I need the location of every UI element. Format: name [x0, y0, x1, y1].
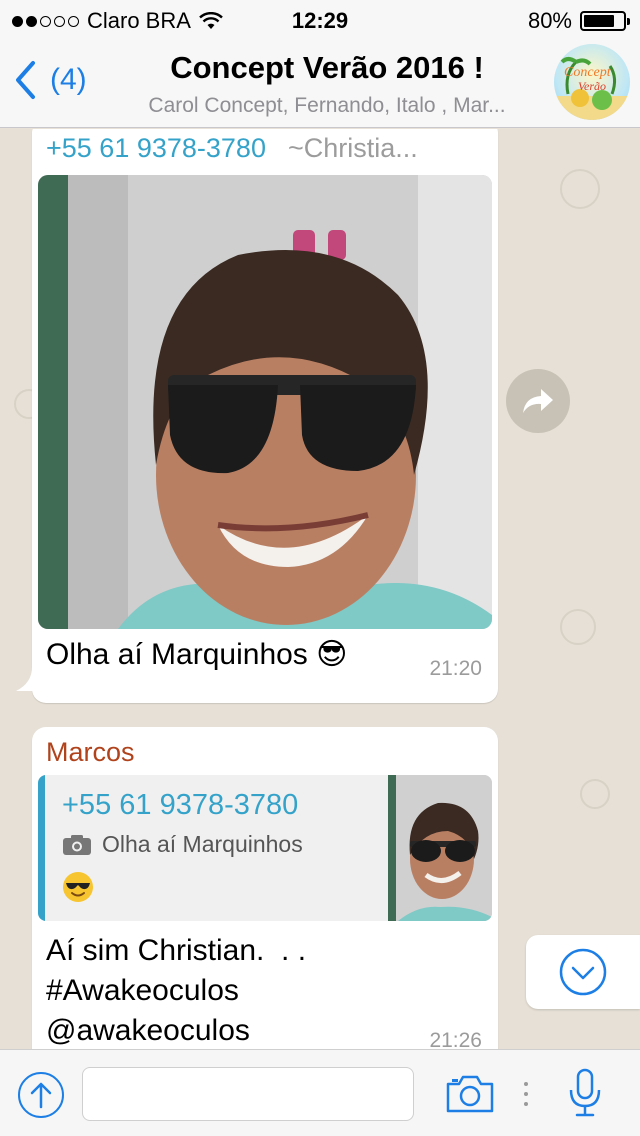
battery-percent: 80%	[527, 8, 572, 33]
unread-count: (4)	[50, 63, 87, 96]
wallpaper-doodle	[560, 609, 596, 645]
sunglasses-emoji-icon	[62, 871, 94, 908]
quote-content: Olha aí Marquinhos	[62, 831, 303, 858]
scroll-to-bottom-button[interactable]	[526, 935, 640, 1009]
share-arrow-icon	[523, 389, 553, 413]
status-bar: Claro BRA 12:29 80%	[0, 0, 640, 40]
chat-area[interactable]: +55 61 9378-3780 ~Christia... Olha aí Ma…	[0, 129, 640, 1049]
sender-phone[interactable]: +55 61 9378-3780	[46, 133, 266, 164]
wallpaper-doodle	[560, 169, 600, 209]
quote-sender: +55 61 9378-3780	[62, 789, 299, 821]
svg-text:Concept: Concept	[564, 65, 612, 80]
camera-icon	[63, 834, 91, 855]
battery-icon	[580, 11, 630, 31]
sender-alias: ~Christia...	[287, 133, 418, 163]
battery-status: 80%	[527, 8, 630, 34]
sender-name[interactable]: Marcos	[46, 737, 135, 768]
photo-attachment[interactable]	[38, 175, 492, 629]
quote-text: Olha aí Marquinhos	[102, 831, 303, 857]
group-avatar[interactable]: Concept Verão	[554, 44, 630, 120]
message-time: 21:20	[429, 657, 482, 680]
attach-button[interactable]	[18, 1072, 64, 1118]
chevron-down-icon	[559, 948, 607, 996]
message-bubble[interactable]: +55 61 9378-3780 ~Christia... Olha aí Ma…	[16, 129, 498, 703]
message-bubble[interactable]: Marcos +55 61 9378-3780 Olha aí Marquinh…	[32, 727, 498, 1049]
message-time: 21:26	[429, 1029, 482, 1049]
avatar-image: Concept Verão	[554, 57, 630, 120]
group-title[interactable]: Concept Verão 2016 !	[110, 50, 544, 86]
wallpaper-doodle	[580, 779, 610, 809]
svg-text:Verão: Verão	[578, 79, 606, 93]
selfie-photo	[38, 175, 492, 629]
message-text: Olha aí Marquinhos 😎	[46, 638, 348, 671]
chat-header: (4) Concept Verão 2016 ! Carol Concept, …	[0, 40, 640, 128]
forward-button[interactable]	[506, 369, 570, 433]
quote-thumbnail	[388, 775, 492, 921]
microphone-icon	[569, 1068, 601, 1117]
voice-record-button[interactable]	[568, 1068, 602, 1123]
arrow-up-icon	[30, 1082, 52, 1109]
quote-accent-bar	[38, 775, 45, 921]
message-input-bar	[0, 1049, 640, 1136]
camera-button[interactable]	[444, 1074, 496, 1119]
more-options-icon[interactable]	[524, 1082, 528, 1106]
chevron-left-icon	[16, 61, 35, 99]
message-input[interactable]	[82, 1067, 414, 1121]
back-button[interactable]: (4)	[14, 60, 87, 100]
sender-line: +55 61 9378-3780 ~Christia...	[46, 133, 418, 164]
bubble-tail	[16, 667, 46, 691]
camera-icon	[446, 1075, 494, 1113]
quoted-message[interactable]: +55 61 9378-3780 Olha aí Marquinhos	[38, 775, 492, 921]
message-text: Aí sim Christian. . . #Awakeoculos @awak…	[46, 934, 307, 1047]
group-members[interactable]: Carol Concept, Fernando, Italo , Mar...	[110, 94, 544, 118]
